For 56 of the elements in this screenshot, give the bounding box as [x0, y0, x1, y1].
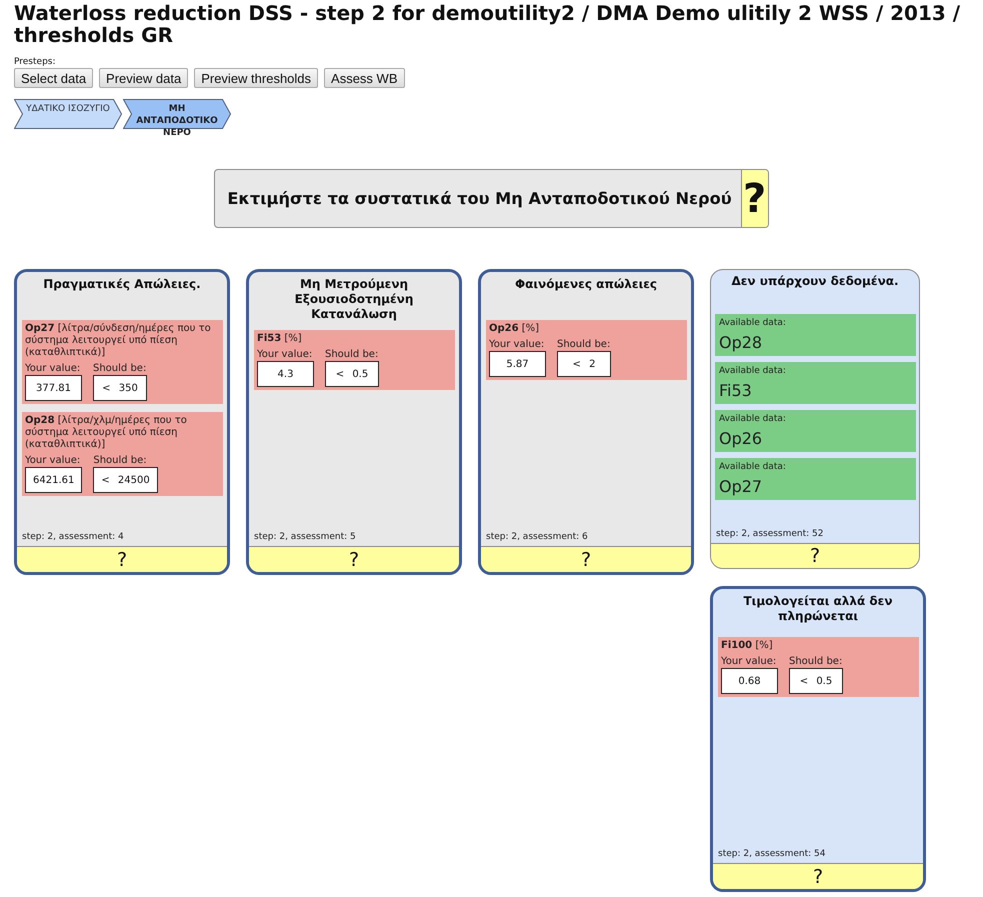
value-label: Your value: — [25, 455, 82, 467]
help-button[interactable]: ? — [17, 546, 227, 572]
step-info: step: 2, assessment: 5 — [253, 531, 356, 544]
available-data-label: Available data: — [719, 414, 786, 424]
threshold-field: < 0.5 — [325, 361, 379, 387]
indicator-code: Fi53 — [719, 381, 752, 400]
prestep-button[interactable]: Preview thresholds — [194, 68, 318, 88]
threshold-field: < 0.5 — [789, 668, 843, 694]
indicator-code: Op27 — [719, 477, 762, 496]
threshold-field: < 24500 — [93, 467, 158, 493]
threshold-label: Should be: — [325, 349, 379, 361]
value-label: Your value: — [25, 363, 82, 375]
prestep-button[interactable]: Assess WB — [324, 68, 404, 88]
value-field: 4.3 — [257, 361, 314, 387]
step-info: step: 2, assessment: 4 — [21, 531, 124, 544]
card-title: Πραγματικές Απώλειες. — [43, 277, 201, 291]
indicator-name: Op27 [λίτρα/σύνδεση/ημέρες που το σύστημα λειτουργεί υπό πίεση (καταθλιπτικά)] — [25, 323, 212, 359]
indicator-code: Op26 — [719, 429, 762, 448]
value-label: Your value: — [489, 339, 546, 351]
card-title: Τιμολογείται αλλά δεν πληρώνεται — [743, 594, 892, 623]
page-title: Waterloss reduction DSS - step 2 for demoutility2 / DMA Demo ulitily 2 WSS / 2013 / thresholds GR — [14, 2, 962, 46]
help-button[interactable]: ? — [711, 543, 919, 568]
indicator-name: Op28 [λίτρα/χλμ/ημέρες που το σύστημα λειτουργεί υπό πίεση (καταθλιπτικά)] — [25, 415, 188, 451]
value-field: 5.87 — [489, 351, 546, 377]
help-button[interactable]: ? — [740, 170, 768, 227]
value-field: 6421.61 — [25, 467, 82, 493]
threshold-field: < 2 — [557, 351, 611, 377]
presteps-label: Presteps: — [14, 57, 56, 67]
card-title: Δεν υπάρχουν δεδομένα. — [731, 274, 899, 288]
step-info: step: 2, assessment: 52 — [715, 528, 824, 541]
step-info: step: 2, assessment: 6 — [485, 531, 588, 544]
help-button[interactable]: ? — [713, 863, 923, 889]
threshold-label: Should be: — [557, 339, 611, 351]
card-title: Φαινόμενες απώλειες — [514, 277, 658, 291]
value-field: 377.81 — [25, 375, 82, 401]
prestep-button[interactable]: Select data — [14, 68, 94, 88]
threshold-field: < 350 — [93, 375, 147, 401]
indicator-name: Op26 [%] — [489, 323, 540, 335]
threshold-label: Should be: — [93, 363, 147, 375]
heading-text: Εκτιμήστε τα συστατικά του Μη Ανταποδοτικού Νερού — [226, 188, 733, 208]
indicator-code: Op28 — [719, 333, 762, 352]
step-info: step: 2, assessment: 54 — [717, 848, 826, 861]
value-label: Your value: — [721, 656, 778, 668]
help-button[interactable]: ? — [481, 546, 691, 572]
threshold-label: Should be: — [93, 455, 148, 467]
value-label: Your value: — [257, 349, 314, 361]
value-field: 0.68 — [721, 668, 778, 694]
indicator-name: Fi100 [%] — [721, 640, 774, 652]
threshold-label: Should be: — [789, 656, 843, 668]
indicator-name: Fi53 [%] — [257, 333, 303, 345]
prestep-button[interactable]: Preview data — [99, 68, 188, 88]
available-data-label: Available data: — [719, 318, 786, 328]
available-data-label: Available data: — [719, 366, 786, 376]
card-title: Μη Μετρούμενη Εξουσιοδοτημένη Κατανάλωση — [294, 277, 414, 321]
help-button[interactable]: ? — [249, 546, 459, 572]
available-data-label: Available data: — [719, 462, 786, 472]
